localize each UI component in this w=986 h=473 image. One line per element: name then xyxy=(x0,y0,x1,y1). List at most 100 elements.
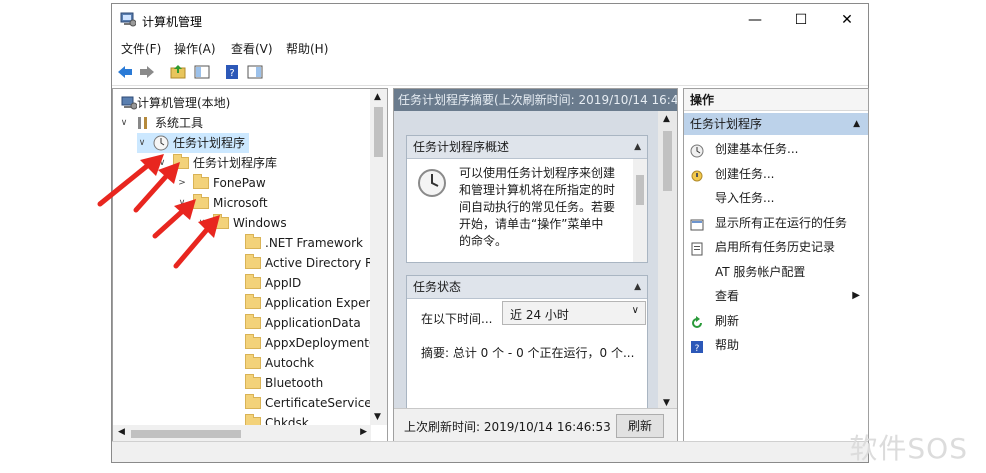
action-item-label: 创建基本任务... xyxy=(715,142,799,156)
summary-scroll-thumb[interactable] xyxy=(663,131,672,191)
summary-text: 摘要: 总计 0 个 - 0 个正在运行，0 个... xyxy=(421,346,635,360)
scroll-right-icon[interactable]: ▶ xyxy=(360,427,367,437)
watermark: 软件SOS xyxy=(849,432,968,465)
action-item[interactable]: 查看 ▶ xyxy=(684,284,868,308)
folder-icon xyxy=(245,294,261,309)
navigation-tree[interactable]: 计算机管理(本地) ∨ 系统工具 ∨ 任务计划程序 ∨ 任务计划程序库 > FonePaw ∨ Mi… xyxy=(112,88,388,443)
collapse-caret-icon[interactable]: ▲ xyxy=(634,276,641,298)
overview-card: 任务计划程序概述 ▲ 可以使用任务计划程序来创建 和管理计算机将在所指定的时 间… xyxy=(406,135,648,263)
minimize-button[interactable]: — xyxy=(732,4,778,36)
back-arrow-icon[interactable] xyxy=(116,63,134,81)
up-folder-icon[interactable] xyxy=(169,63,187,81)
tree-vertical-scrollbar[interactable]: ▲ ▼ xyxy=(370,89,387,425)
scroll-down-icon[interactable]: ▼ xyxy=(663,398,670,408)
summary-header: 任务计划程序摘要(上次刷新时间: 2019/10/14 16:46:53) xyxy=(394,89,677,111)
tree-item[interactable]: ApplicationData xyxy=(229,313,361,333)
actions-pane: 操作 任务计划程序 ▲ 创建基本任务... 创建任务... 导入任务... 显示所有正… xyxy=(683,88,869,443)
tree-item-label: 系统工具 xyxy=(155,116,204,130)
menu-help[interactable]: 帮助(H) xyxy=(286,40,328,57)
computer-management-icon xyxy=(120,12,136,27)
last-refresh-text: 上次刷新时间: 2019/10/14 16:46:53 xyxy=(404,420,611,434)
scroll-up-icon[interactable]: ▲ xyxy=(663,114,670,124)
scroll-left-icon[interactable]: ◀ xyxy=(118,427,125,437)
action-item[interactable]: 创建基本任务... xyxy=(684,137,868,161)
action-item[interactable]: 导入任务... xyxy=(684,186,868,210)
summary-scrollbar[interactable]: ▲ ▼ xyxy=(658,111,677,411)
tree-item[interactable]: > FonePaw xyxy=(177,173,266,193)
tree-horizontal-scrollbar[interactable]: ◀ ▶ xyxy=(113,425,371,442)
tree-item[interactable]: Autochk xyxy=(229,353,314,373)
tree-item-label: Microsoft xyxy=(213,196,268,210)
overview-scroll-thumb[interactable] xyxy=(636,175,644,205)
folder-icon xyxy=(245,314,261,329)
overview-title: 任务计划程序概述 xyxy=(413,140,510,154)
chevron-down-icon[interactable]: ∨ xyxy=(119,113,129,133)
tree-item[interactable]: AppID xyxy=(229,273,301,293)
action-item-label: AT 服务帐户配置 xyxy=(715,264,806,279)
tree-item[interactable]: Bluetooth xyxy=(229,373,323,393)
overview-card-header[interactable]: 任务计划程序概述 ▲ xyxy=(407,136,647,159)
action-item[interactable]: 刷新 xyxy=(684,309,868,333)
overview-scrollbar[interactable] xyxy=(633,159,647,262)
time-label: 在以下时间... xyxy=(421,312,493,326)
tree-hscroll-thumb[interactable] xyxy=(131,430,241,438)
folder-icon xyxy=(245,334,261,349)
action-item[interactable]: 启用所有任务历史记录 xyxy=(684,235,868,259)
help-icon: ? xyxy=(690,338,704,354)
maximize-button[interactable]: ☐ xyxy=(778,4,824,36)
scroll-up-icon[interactable]: ▲ xyxy=(374,92,381,102)
annotation-arrow-4 xyxy=(173,215,220,269)
forward-arrow-icon[interactable] xyxy=(138,63,156,81)
menu-view[interactable]: 查看(V) xyxy=(231,40,273,57)
collapse-caret-icon[interactable]: ▲ xyxy=(853,113,860,135)
show-hide-tree-icon[interactable] xyxy=(193,63,211,81)
basic-task-icon xyxy=(690,142,704,158)
status-card-header[interactable]: 任务状态 ▲ xyxy=(407,276,647,299)
actions-section-task-scheduler[interactable]: 任务计划程序 ▲ xyxy=(684,113,868,135)
menu-file[interactable]: 文件(F) xyxy=(121,40,161,57)
scroll-down-icon[interactable]: ▼ xyxy=(374,412,381,422)
overview-line: 开始，请单击“操作”菜单中 xyxy=(459,217,604,231)
create-task-icon xyxy=(690,167,704,181)
chevron-down-icon: ∨ xyxy=(631,305,639,316)
tree-item-label: 任务计划程序库 xyxy=(193,156,278,170)
action-item[interactable]: 创建任务... xyxy=(684,162,868,186)
status-bar xyxy=(112,441,868,462)
action-item[interactable]: AT 服务帐户配置 xyxy=(684,260,868,284)
tree-item-label: 任务计划程序 xyxy=(173,136,246,150)
svg-text:?: ? xyxy=(229,68,234,79)
collapse-caret-icon[interactable]: ▲ xyxy=(634,136,641,158)
svg-text:?: ? xyxy=(695,344,700,354)
tree-scroll-thumb[interactable] xyxy=(374,107,383,157)
close-button[interactable]: ✕ xyxy=(824,4,870,36)
window-title: 计算机管理 xyxy=(142,15,203,29)
tree-item[interactable]: ∨ 系统工具 xyxy=(119,113,203,133)
tree-item[interactable]: Active Directory Righ xyxy=(229,253,387,273)
tree-item[interactable]: CertificateServicesCli xyxy=(229,393,387,413)
refresh-button[interactable]: 刷新 xyxy=(616,414,664,438)
running-tasks-icon xyxy=(690,216,704,230)
action-item-label: 刷新 xyxy=(715,313,740,328)
overview-line: 的命令。 xyxy=(459,234,508,248)
help-book-icon[interactable]: ? xyxy=(223,63,241,81)
actions-header: 操作 xyxy=(684,89,868,111)
tree-item[interactable]: 计算机管理(本地) xyxy=(117,93,230,113)
tree-item[interactable]: Application Experien xyxy=(229,293,387,313)
title-bar: 计算机管理 — ☐ ✕ xyxy=(112,4,868,36)
folder-icon xyxy=(245,234,261,249)
tree-item[interactable]: .NET Framework xyxy=(229,233,363,253)
show-action-pane-icon[interactable] xyxy=(246,63,264,81)
time-range-select[interactable]: 近 24 小时 ∨ xyxy=(502,301,646,325)
status-card: 任务状态 ▲ 在以下时间... 近 24 小时 ∨ 摘要: 总计 0 个 - 0… xyxy=(406,275,648,411)
overview-line: 和管理计算机将在所指定的时 xyxy=(459,183,616,197)
action-item-label: 创建任务... xyxy=(715,166,775,181)
status-title: 任务状态 xyxy=(413,280,462,294)
action-item-label: 帮助 xyxy=(715,338,740,352)
folder-icon xyxy=(245,354,261,369)
tree-item[interactable]: AppxDeploymentClie xyxy=(229,333,387,353)
action-item-label: 显示所有正在运行的任务 xyxy=(715,215,848,230)
menu-action[interactable]: 操作(A) xyxy=(174,40,216,57)
overview-line: 间自动执行的常见任务。若要 xyxy=(459,200,616,214)
action-item[interactable]: ? 帮助 xyxy=(684,333,868,357)
action-item[interactable]: 显示所有正在运行的任务 xyxy=(684,211,868,235)
